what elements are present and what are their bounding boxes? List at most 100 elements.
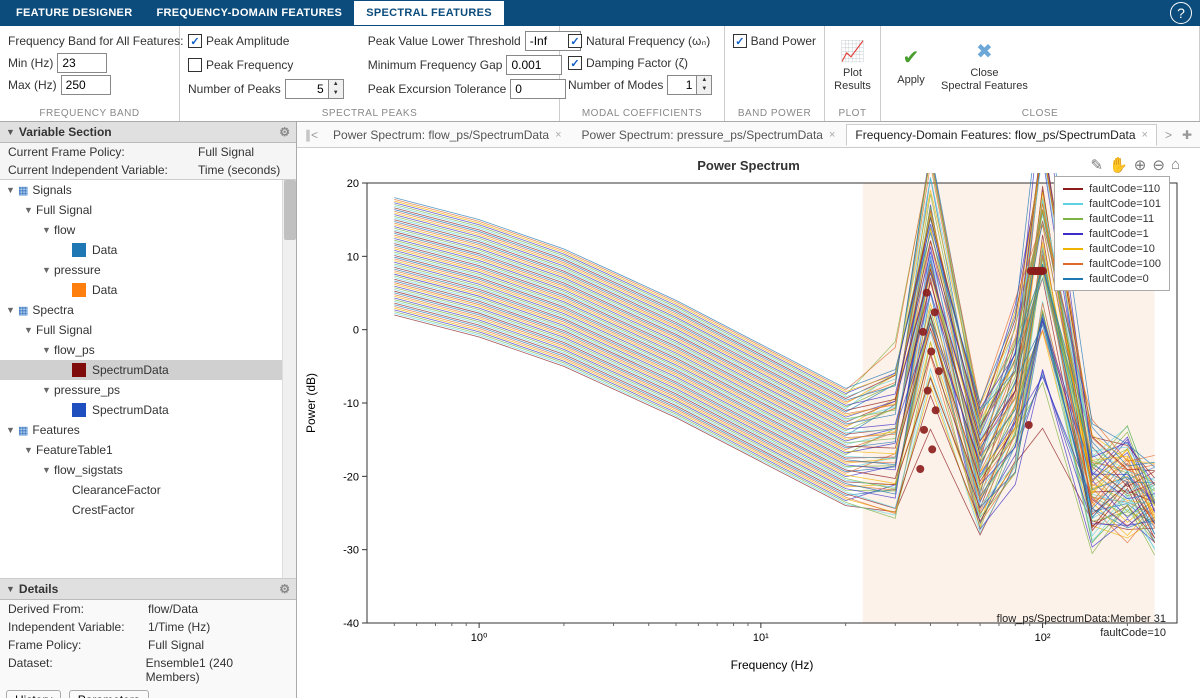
tree-node[interactable]: ▼▦Signals [0,180,296,200]
min-hz-label: Min (Hz) [8,56,53,70]
close-tab-icon[interactable]: × [1142,129,1148,141]
peak-amplitude-checkbox[interactable] [188,34,202,48]
band-power-label: Band Power [751,34,816,48]
damping-checkbox[interactable] [568,56,582,70]
frame-policy-value: Full Signal [198,145,254,159]
legend-item[interactable]: faultCode=10 [1063,241,1161,256]
min-gap-input[interactable] [506,55,562,75]
tree-node[interactable]: ▼Full Signal [0,320,296,340]
gear-icon[interactable]: ⚙ [279,125,290,139]
gear-icon[interactable]: ⚙ [279,582,290,596]
help-icon[interactable]: ? [1170,2,1192,24]
pan-icon[interactable]: ✋ [1109,156,1128,174]
peak-exc-input[interactable] [510,79,566,99]
group-spectral-peaks: SPECTRAL PEAKS [188,106,551,119]
group-plot: PLOT [838,106,866,119]
num-modes-input[interactable] [667,75,697,95]
svg-text:20: 20 [347,178,359,190]
group-band-power: BAND POWER [733,106,816,119]
num-peaks-down[interactable]: ▼ [329,89,343,98]
min-hz-input[interactable] [57,53,107,73]
tree-node[interactable]: ▼Full Signal [0,200,296,220]
num-modes-label: Number of Modes [568,78,663,92]
num-modes-down[interactable]: ▼ [697,85,711,94]
plot-caption: flow_ps/SpectrumData:Member 31 faultCode… [997,612,1166,640]
num-peaks-input[interactable] [285,79,329,99]
tree-node[interactable]: ▼pressure_ps [0,380,296,400]
tree-node[interactable]: Data [0,240,296,260]
tree-node[interactable]: ▼flow_ps [0,340,296,360]
check-icon: ✔ [897,44,925,72]
tree-node[interactable]: ▼FeatureTable1 [0,440,296,460]
subtab-freqdomain-features[interactable]: Frequency-Domain Features: flow_ps/Spect… [846,124,1157,146]
collapse-icon: ▼ [6,127,15,137]
svg-text:10: 10 [347,251,359,263]
tab-feature-designer[interactable]: FEATURE DESIGNER [4,1,144,25]
variable-tree[interactable]: ▼▦Signals▼Full Signal▼flowData▼pressureD… [0,179,296,578]
plot-results-button[interactable]: 📈 Plot Results [826,30,879,100]
history-button[interactable]: History [6,690,61,698]
svg-text:-30: -30 [343,545,359,557]
zoom-out-icon[interactable]: ⊖ [1152,156,1165,174]
svg-text:Frequency (Hz): Frequency (Hz) [731,658,814,672]
group-modal-coef: MODAL COEFFICIENTS [568,106,716,119]
peak-exc-label: Peak Excursion Tolerance [368,82,507,96]
tree-node[interactable]: ▼▦Features [0,420,296,440]
ribbon-toolstrip: Frequency Band for All Features: Min (Hz… [0,26,1200,122]
home-icon[interactable]: ⌂ [1171,156,1180,174]
close-tab-icon[interactable]: × [555,129,561,141]
plot-area: Power Spectrum ✎ ✋ ⊕ ⊖ ⌂ -40-30-20-10010… [297,148,1200,698]
natural-freq-checkbox[interactable] [568,34,582,48]
variable-section-header[interactable]: ▼ Variable Section ⚙ [0,122,296,143]
main-tabbar: FEATURE DESIGNER FREQUENCY-DOMAIN FEATUR… [0,0,1200,26]
tree-node[interactable]: ▼flow [0,220,296,240]
legend-item[interactable]: faultCode=11 [1063,211,1161,226]
legend-item[interactable]: faultCode=0 [1063,271,1161,286]
max-hz-label: Max (Hz) [8,78,57,92]
legend-item[interactable]: faultCode=110 [1063,181,1161,196]
close-icon: ✖ [970,37,998,65]
legend-item[interactable]: faultCode=101 [1063,196,1161,211]
zoom-in-icon[interactable]: ⊕ [1134,156,1147,174]
brush-icon[interactable]: ✎ [1091,156,1104,174]
band-power-checkbox[interactable] [733,34,747,48]
tree-node[interactable]: CrestFactor [0,500,296,520]
tree-node[interactable]: SpectrumData [0,400,296,420]
details-panel: ▼ Details ⚙ Derived From:flow/DataIndepe… [0,578,296,698]
tree-node[interactable]: ClearanceFactor [0,480,296,500]
plot-title: Power Spectrum [297,148,1200,173]
num-modes-up[interactable]: ▲ [697,76,711,85]
tab-nav-prev[interactable]: ∥< [301,128,322,142]
peak-frequency-checkbox[interactable] [188,58,202,72]
tab-nav-next[interactable]: > [1161,128,1176,142]
scrollbar[interactable] [282,180,296,578]
natural-freq-label: Natural Frequency (ωₙ) [586,34,710,48]
details-header[interactable]: ▼ Details ⚙ [0,579,296,600]
tree-node[interactable]: Data [0,280,296,300]
legend-item[interactable]: faultCode=100 [1063,256,1161,271]
parameters-button[interactable]: Parameters [69,690,149,698]
tab-add[interactable]: ✚ [1178,128,1196,142]
tab-spectral-features[interactable]: SPECTRAL FEATURES [354,1,504,25]
frame-policy-label: Current Frame Policy: [8,145,198,159]
plot-legend: faultCode=110faultCode=101faultCode=11fa… [1054,176,1170,291]
sidebar: ▼ Variable Section ⚙ Current Frame Polic… [0,122,297,698]
tree-node[interactable]: ▼flow_sigstats [0,460,296,480]
scroll-thumb[interactable] [284,180,296,240]
tree-node[interactable]: ▼▦Spectra [0,300,296,320]
apply-button[interactable]: ✔ Apply [889,30,933,100]
document-tabbar: ∥< Power Spectrum: flow_ps/SpectrumData×… [297,122,1200,148]
tree-node[interactable]: SpectrumData [0,360,296,380]
collapse-icon: ▼ [6,584,15,594]
plot-toolbar: ✎ ✋ ⊕ ⊖ ⌂ [1091,156,1180,174]
num-peaks-up[interactable]: ▲ [329,80,343,89]
tree-node[interactable]: ▼pressure [0,260,296,280]
close-spectral-button[interactable]: ✖ Close Spectral Features [933,30,1036,100]
max-hz-input[interactable] [61,75,111,95]
subtab-pressure-spectrum[interactable]: Power Spectrum: pressure_ps/SpectrumData… [573,124,845,146]
subtab-flow-spectrum[interactable]: Power Spectrum: flow_ps/SpectrumData× [324,124,571,146]
damping-label: Damping Factor (ζ) [586,56,688,70]
tab-freq-domain-features[interactable]: FREQUENCY-DOMAIN FEATURES [144,1,354,25]
close-tab-icon[interactable]: × [829,129,835,141]
legend-item[interactable]: faultCode=1 [1063,226,1161,241]
